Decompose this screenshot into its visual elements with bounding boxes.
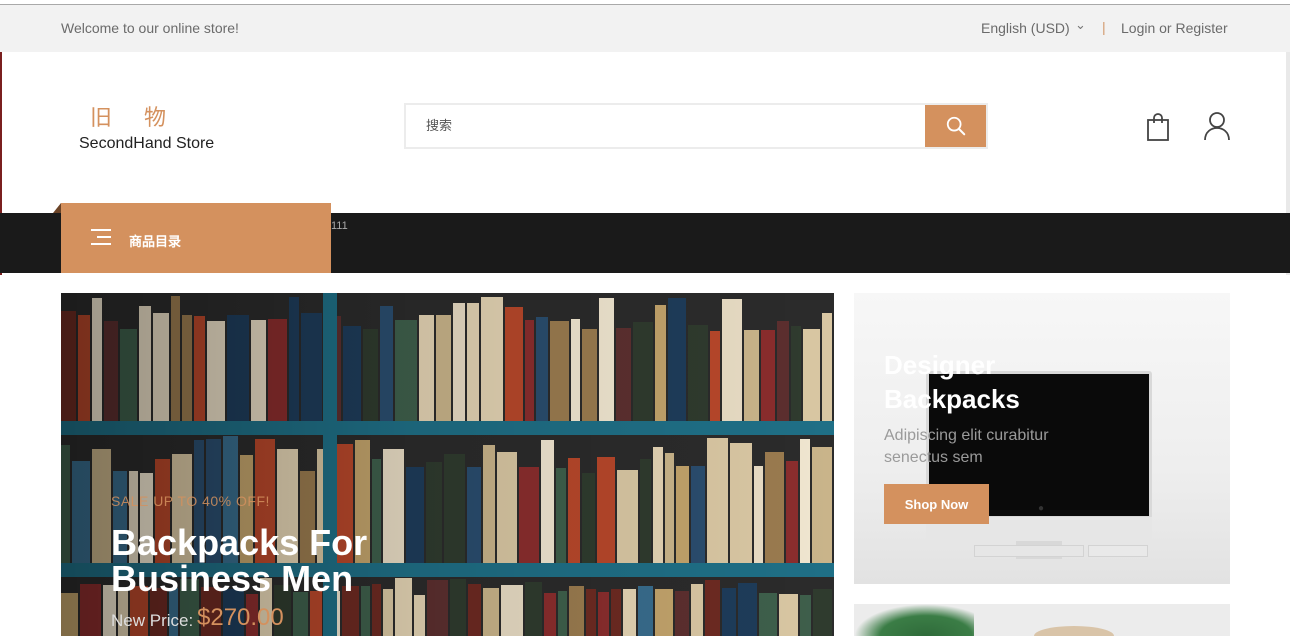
- topbar-separator: |: [1102, 19, 1106, 35]
- account-button[interactable]: [1203, 111, 1231, 141]
- search-bar: [404, 103, 988, 149]
- category-menu-button[interactable]: 商品目录: [61, 203, 331, 273]
- promo-description: Adipiscing elit curabitur senectus sem: [884, 427, 1049, 466]
- logo-english: SecondHand Store: [79, 135, 215, 152]
- search-icon: [946, 116, 965, 136]
- cup-image: [1034, 626, 1114, 636]
- promo-title: Designer Backpacks: [884, 350, 1020, 414]
- apple-logo-icon: ●: [1038, 503, 1045, 514]
- promo-banner-second[interactable]: [854, 604, 1230, 636]
- hero-banner[interactable]: SALE UP TO 40% OFF! Backpacks For Busine…: [61, 293, 834, 636]
- promo-banner-designer[interactable]: ● Designer Backpacks Adipiscing elit cur…: [854, 293, 1230, 584]
- user-icon: [1204, 112, 1230, 141]
- hero-sale-text: SALE UP TO 40% OFF!: [111, 493, 270, 509]
- category-menu-label: 商品目录: [129, 235, 182, 250]
- hamburger-icon: [91, 229, 111, 245]
- shopping-bag-icon: [1147, 113, 1169, 141]
- language-selector[interactable]: English (USD): [981, 20, 1070, 36]
- cart-button[interactable]: [1145, 112, 1171, 142]
- chevron-down-icon[interactable]: ⌄: [1075, 17, 1086, 33]
- hero-price-label: New Price:: [111, 611, 194, 630]
- trackpad-image: [1088, 545, 1148, 557]
- search-input[interactable]: [408, 107, 923, 145]
- search-button[interactable]: [925, 105, 986, 147]
- top-bar: Welcome to our online store! English (US…: [0, 5, 1290, 52]
- hero-title: Backpacks For Business Men: [111, 522, 368, 599]
- shop-now-button[interactable]: Shop Now: [884, 484, 989, 524]
- plant-leaf-image: [854, 604, 974, 636]
- nav-item[interactable]: 111: [331, 220, 348, 232]
- keyboard-image: [974, 545, 1084, 557]
- hero-price: $270.00: [197, 604, 284, 631]
- menu-tab-notch: [53, 203, 61, 213]
- logo-chinese: 旧物: [90, 106, 199, 131]
- welcome-text: Welcome to our online store!: [61, 20, 239, 36]
- login-register-link[interactable]: Login or Register: [1121, 20, 1228, 36]
